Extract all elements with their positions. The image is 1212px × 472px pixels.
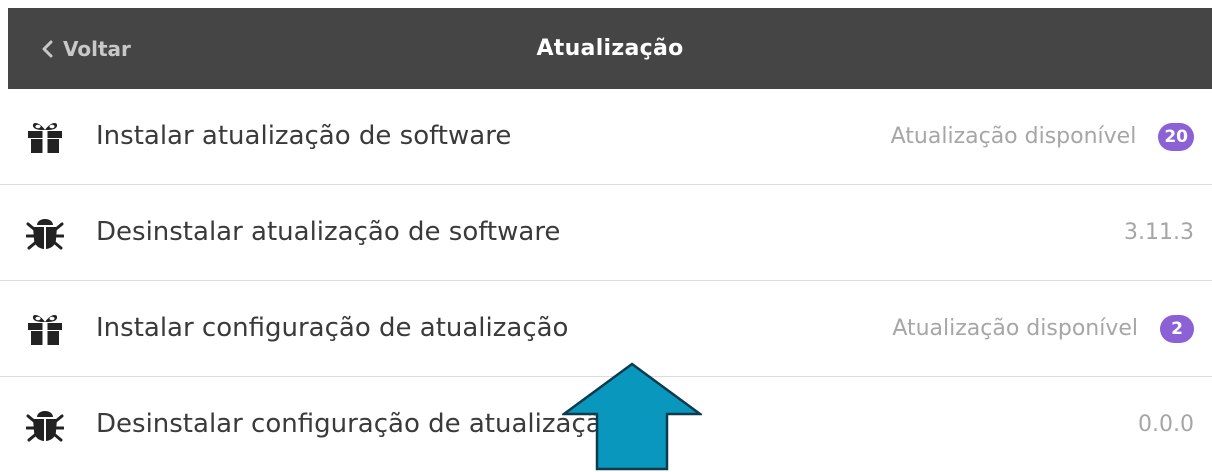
row-right: 3.11.3 xyxy=(1124,185,1194,280)
annotation-arrow-up-icon xyxy=(562,362,702,471)
install-software-update-item[interactable]: Instalar atualização de software Atualiz… xyxy=(0,89,1212,185)
count-badge: 20 xyxy=(1158,122,1194,151)
count-badge: 2 xyxy=(1160,314,1194,343)
row-label: Instalar configuração de atualização xyxy=(96,313,569,343)
page-title: Atualização xyxy=(536,36,684,61)
gift-icon xyxy=(20,89,70,184)
top-bar: Voltar Atualização xyxy=(8,8,1212,89)
installed-version: 0.0.0 xyxy=(1138,412,1194,437)
update-status: Atualização disponível xyxy=(892,316,1138,341)
gift-icon xyxy=(20,281,70,376)
uninstall-software-update-item[interactable]: Desinstalar atualização de software 3.11… xyxy=(0,185,1212,281)
row-right: 0.0.0 xyxy=(1138,377,1194,472)
row-label: Instalar atualização de software xyxy=(96,121,512,151)
bug-icon xyxy=(20,377,70,472)
update-status: Atualização disponível xyxy=(890,124,1137,149)
row-label: Desinstalar configuração de atualização xyxy=(96,409,618,439)
bug-icon xyxy=(20,185,70,280)
row-right: Atualização disponível 20 xyxy=(891,89,1194,184)
row-label: Desinstalar atualização de software xyxy=(96,217,561,247)
installed-version: 3.11.3 xyxy=(1124,220,1194,245)
row-right: Atualização disponível 2 xyxy=(892,281,1194,376)
